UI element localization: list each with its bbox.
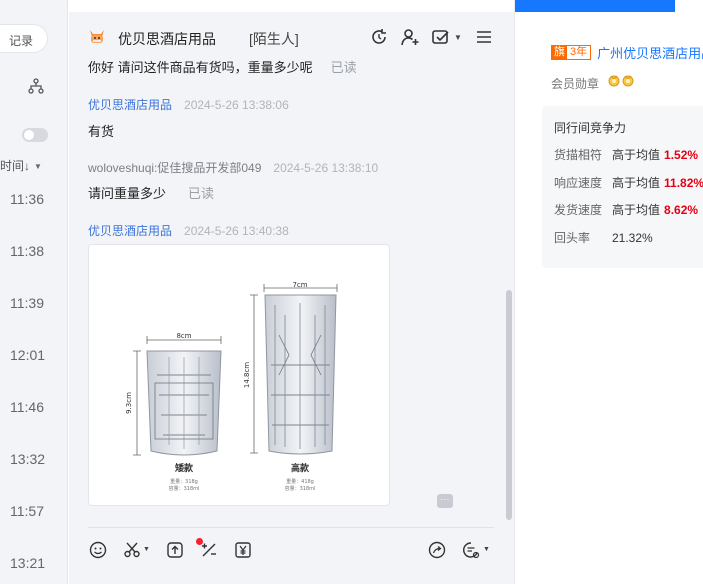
panel-tab[interactable] [675, 0, 703, 12]
read-status: 已读 [330, 60, 357, 75]
emoji-icon[interactable] [88, 540, 108, 560]
message-time: 2024-5-26 13:38:10 [273, 161, 379, 175]
competition-row: 响应速度 高于均值 11.82% [554, 176, 703, 190]
short-glass-width: 8cm [176, 332, 191, 340]
tall-glass-height: 14.8cm [243, 362, 251, 388]
price-icon[interactable] [233, 540, 253, 560]
filter-toggle[interactable] [22, 128, 48, 142]
years-badge: 旗 3年 [551, 45, 592, 60]
membership-years: 旗 3年 广州优贝思酒店用品 [551, 43, 703, 62]
panel-tab-bar [515, 0, 703, 12]
share-icon[interactable] [427, 540, 447, 560]
message-text: 请问重量多少 已读 [88, 186, 215, 201]
message-sender: 优贝思酒店用品 2024-5-26 13:40:38 [88, 222, 289, 239]
chevron-down-icon[interactable]: ▼ [483, 546, 490, 553]
message-list: 你好 请问这件商品有货吗，重量多少呢 已读 优贝思酒店用品 2024-5-26 13… [69, 58, 505, 526]
tall-glass-capacity: 容量：318ml [285, 485, 316, 492]
more-options-button[interactable]: ··· [437, 494, 453, 508]
message-time: 2024-5-26 13:40:38 [184, 224, 289, 238]
refresh-icon[interactable] [369, 27, 389, 47]
org-tree-icon[interactable] [28, 78, 44, 94]
competition-card: 同行间竞争力 货描相符 高于均值 1.52% 响应速度 高于均值 11.82% 发货速度… [542, 106, 703, 268]
medal-label: 会员勋章 [551, 77, 600, 91]
tall-glass-name: 高款 [291, 462, 310, 474]
flag-icon: 旗 [552, 46, 567, 59]
input-toolbar: ▼ ▼ [88, 527, 494, 584]
sender-name[interactable]: 优贝思酒店用品 [88, 224, 172, 238]
short-glass-weight: 重量：318g [170, 478, 198, 485]
sender-name[interactable]: woloveshuqi:促佳搜品开发部049 [88, 161, 261, 175]
read-status: 已读 [188, 186, 215, 201]
menu-icon[interactable] [474, 27, 494, 47]
chevron-down-icon[interactable]: ▼ [454, 33, 462, 42]
company-name-link[interactable]: 广州优贝思酒店用品 [597, 43, 703, 62]
member-medals [607, 73, 635, 87]
shop-avatar[interactable] [87, 26, 107, 46]
competition-title: 同行间竞争力 [554, 121, 627, 135]
conversation-time[interactable]: 11:39 [10, 295, 44, 311]
competition-row: 回头率 21.32% [554, 231, 653, 245]
competition-row: 货描相符 高于均值 1.52% [554, 148, 699, 162]
conversation-time[interactable]: 13:21 [10, 555, 45, 571]
conversation-time[interactable]: 13:32 [10, 451, 45, 467]
tall-glass-weight: 重量：418g [286, 478, 314, 485]
chat-settings-icon[interactable] [461, 540, 481, 560]
window-top-strip [69, 0, 514, 12]
chevron-down-icon: ▼ [34, 162, 42, 171]
sort-dropdown[interactable]: 时间↓ ▼ [0, 157, 42, 174]
quick-reply-icon[interactable] [199, 540, 219, 560]
short-glass-height: 9.3cm [125, 392, 133, 414]
conversation-time[interactable]: 11:38 [10, 243, 44, 259]
sort-label: 时间↓ [0, 159, 31, 173]
relation-tag: [陌生人] [249, 31, 299, 47]
upload-icon[interactable] [165, 540, 185, 560]
chevron-down-icon[interactable]: ▼ [143, 546, 150, 553]
competition-row: 发货速度 高于均值 8.62% [554, 203, 699, 217]
message-text: 有货 [88, 124, 115, 139]
medal-icon [608, 75, 620, 87]
short-glass-name: 矮款 [174, 462, 194, 474]
message-sender: woloveshuqi:促佳搜品开发部049 2024-5-26 13:38:10 [88, 159, 378, 176]
glass-product-photo: 8cm 9.3cm 矮款 重量：318g 容量：318ml 7cm 14.8cm [125, 281, 338, 492]
conversation-time[interactable]: 11:57 [10, 503, 44, 519]
conversation-time[interactable]: 11:36 [10, 191, 44, 207]
search-box[interactable]: 记录 [0, 24, 48, 53]
chat-window: 优贝思酒店用品 [陌生人] ▼ 你好 请问这件商品有货吗，重量多少呢 已读 优贝思… [69, 0, 514, 584]
shop-info-panel: 旗 3年 广州优贝思酒店用品 会员勋章 同行间竞争力 货描相符 高于均值 1.52% … [514, 0, 703, 584]
chat-shop-name: 优贝思酒店用品 [118, 31, 216, 47]
tall-glass-width: 7cm [292, 281, 307, 289]
conversation-time[interactable]: 11:46 [10, 399, 44, 415]
message-scrollbar[interactable] [506, 290, 512, 520]
medal-icon [622, 75, 634, 87]
conversation-time[interactable]: 12:01 [10, 347, 45, 363]
chat-header: 优贝思酒店用品 [陌生人] ▼ [69, 12, 514, 58]
search-label: 记录 [8, 34, 33, 48]
short-glass-capacity: 容量：318ml [169, 485, 200, 492]
scissors-icon[interactable] [122, 540, 142, 560]
task-check-icon[interactable] [431, 27, 451, 47]
message-time: 2024-5-26 13:38:06 [184, 98, 289, 112]
product-image-message[interactable]: 8cm 9.3cm 矮款 重量：318g 容量：318ml 7cm 14.8cm [88, 244, 390, 506]
conversation-list: 记录 时间↓ ▼ 11:36 11:38 11:39 12:01 11:46 13:32 11… [0, 0, 68, 584]
message-text: 你好 请问这件商品有货吗，重量多少呢 已读 [88, 60, 357, 75]
add-contact-icon[interactable] [400, 27, 420, 47]
sender-name[interactable]: 优贝思酒店用品 [88, 98, 172, 112]
message-sender: 优贝思酒店用品 2024-5-26 13:38:06 [88, 96, 289, 113]
